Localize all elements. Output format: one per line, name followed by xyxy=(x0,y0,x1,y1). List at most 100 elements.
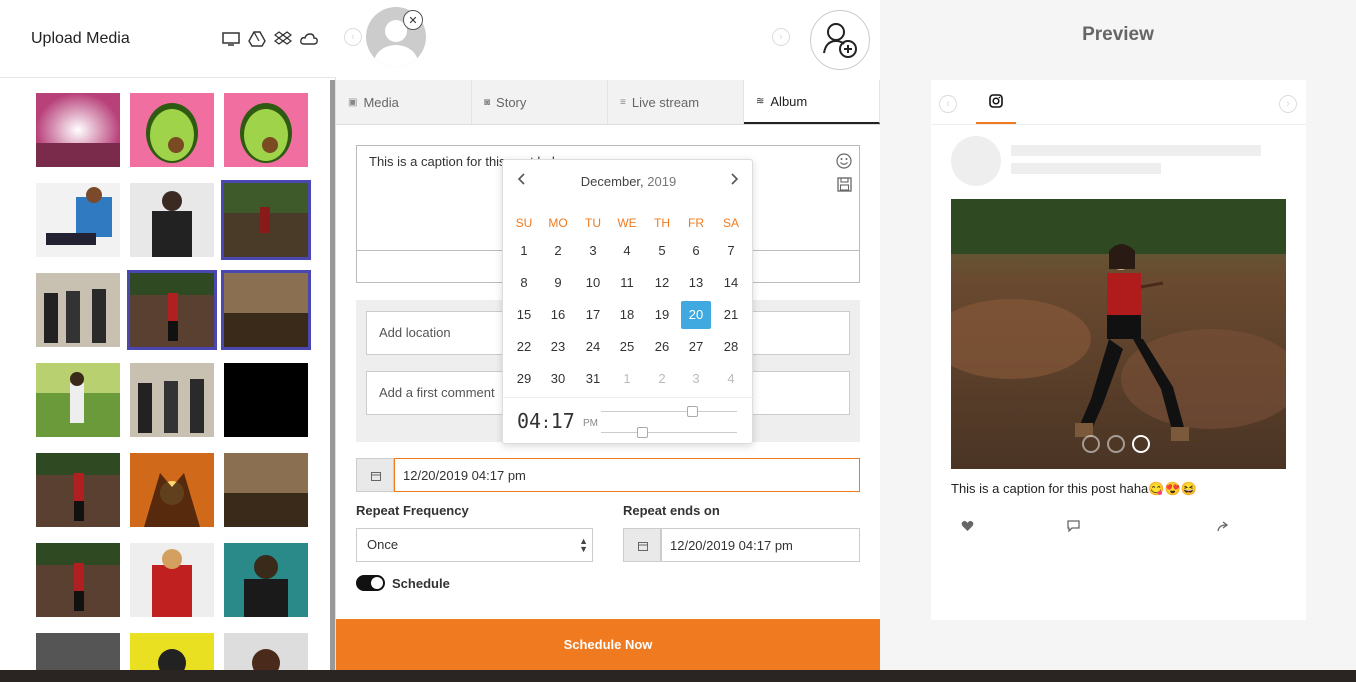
calendar-day-selected[interactable]: 20 xyxy=(681,301,711,329)
share-icon[interactable] xyxy=(1217,520,1230,535)
tab-story[interactable]: ◙ Story xyxy=(472,80,608,124)
calendar-day[interactable]: 22 xyxy=(509,333,539,361)
calendar-day[interactable]: 23 xyxy=(543,333,573,361)
comment-icon[interactable] xyxy=(1067,520,1080,535)
weekday-header: TH xyxy=(654,216,670,230)
calendar-day[interactable]: 5 xyxy=(647,237,677,265)
minute-slider-handle[interactable] xyxy=(637,427,648,438)
calendar-day[interactable]: 2 xyxy=(647,365,677,393)
repeat-ends-input[interactable]: 12/20/2019 04:17 pm xyxy=(661,528,860,562)
calendar-day[interactable]: 16 xyxy=(543,301,573,329)
carousel-dot[interactable] xyxy=(1082,435,1100,453)
media-thumbnail[interactable] xyxy=(130,183,214,257)
calendar-day[interactable]: 18 xyxy=(612,301,642,329)
calendar-day[interactable]: 19 xyxy=(647,301,677,329)
calendar-icon[interactable] xyxy=(623,528,661,562)
media-thumbnail-selected[interactable] xyxy=(221,180,311,260)
calendar-day[interactable]: 29 xyxy=(509,365,539,393)
calendar-day[interactable]: 4 xyxy=(612,237,642,265)
calendar-day[interactable]: 10 xyxy=(578,269,608,297)
calendar-day[interactable]: 17 xyxy=(578,301,608,329)
calendar-day[interactable]: 12 xyxy=(647,269,677,297)
calendar-year[interactable]: 2019 xyxy=(647,174,676,189)
carousel-dot[interactable] xyxy=(1107,435,1125,453)
media-scrollbar[interactable] xyxy=(330,80,335,670)
hour-slider-handle[interactable] xyxy=(687,406,698,417)
media-thumbnail[interactable] xyxy=(36,273,120,347)
calendar-day[interactable]: 1 xyxy=(509,237,539,265)
calendar-day[interactable]: 30 xyxy=(543,365,573,393)
schedule-toggle-label: Schedule xyxy=(392,576,450,591)
tab-album[interactable]: ≋ Album xyxy=(744,80,880,124)
media-thumbnail[interactable] xyxy=(224,93,308,167)
network-prev-button[interactable]: ‹ xyxy=(939,95,957,113)
calendar-day[interactable]: 9 xyxy=(543,269,573,297)
calendar-day[interactable]: 13 xyxy=(681,269,711,297)
calendar-day[interactable]: 21 xyxy=(716,301,746,329)
tab-live-stream[interactable]: ≡ Live stream xyxy=(608,80,744,124)
media-thumbnail[interactable] xyxy=(36,633,120,670)
media-thumbnail[interactable] xyxy=(130,543,214,617)
like-icon[interactable] xyxy=(961,520,974,535)
calendar-day[interactable]: 28 xyxy=(716,333,746,361)
calendar-day[interactable]: 27 xyxy=(681,333,711,361)
media-thumbnail[interactable] xyxy=(224,633,308,670)
calendar-day[interactable]: 11 xyxy=(612,269,642,297)
calendar-icon[interactable] xyxy=(356,458,394,492)
cloud-icon[interactable] xyxy=(300,31,318,47)
media-thumbnail[interactable] xyxy=(36,363,120,437)
add-account-button[interactable] xyxy=(810,10,870,70)
calendar-day[interactable]: 24 xyxy=(578,333,608,361)
media-thumbnail[interactable] xyxy=(130,633,214,670)
calendar-day[interactable]: 7 xyxy=(716,237,746,265)
tab-media[interactable]: ▣ Media xyxy=(336,80,472,124)
calendar-day[interactable]: 1 xyxy=(612,365,642,393)
media-thumbnail-selected[interactable] xyxy=(221,270,311,350)
calendar-day[interactable]: 26 xyxy=(647,333,677,361)
dropbox-icon[interactable] xyxy=(274,31,292,47)
weekday-header: SU xyxy=(515,216,533,230)
media-thumbnail[interactable] xyxy=(36,93,120,167)
calendar-month[interactable]: December, xyxy=(581,174,644,189)
hour-slider[interactable] xyxy=(601,406,737,417)
media-thumbnail[interactable] xyxy=(224,543,308,617)
carousel-dot[interactable] xyxy=(1132,435,1150,453)
media-thumbnail[interactable] xyxy=(36,183,120,257)
google-drive-icon[interactable] xyxy=(248,31,266,47)
calendar-day[interactable]: 6 xyxy=(681,237,711,265)
save-draft-icon[interactable] xyxy=(837,177,852,192)
chevron-right-icon xyxy=(731,173,739,185)
calendar-day[interactable]: 14 xyxy=(716,269,746,297)
network-next-button[interactable]: › xyxy=(1279,95,1297,113)
remove-account-button[interactable]: ✕ xyxy=(403,10,423,30)
media-thumbnail-selected[interactable] xyxy=(127,270,217,350)
account-prev-button[interactable]: ‹ xyxy=(344,28,362,46)
schedule-toggle[interactable] xyxy=(356,575,385,591)
repeat-frequency-select[interactable]: Once ▲ ▼ xyxy=(356,528,593,562)
emoji-icon[interactable] xyxy=(836,153,852,169)
calendar-day[interactable]: 8 xyxy=(509,269,539,297)
schedule-datetime-input[interactable]: 12/20/2019 04:17 pm xyxy=(394,458,860,492)
minute-slider[interactable] xyxy=(601,427,737,438)
tab-instagram[interactable] xyxy=(976,80,1016,124)
calendar-day[interactable]: 3 xyxy=(578,237,608,265)
calendar-day[interactable]: 15 xyxy=(509,301,539,329)
schedule-now-button[interactable]: Schedule Now xyxy=(336,619,880,670)
media-thumbnail[interactable] xyxy=(224,453,308,527)
media-thumbnail[interactable] xyxy=(130,93,214,167)
media-thumbnail[interactable] xyxy=(36,543,120,617)
post-image[interactable] xyxy=(951,199,1286,469)
account-next-button[interactable]: › xyxy=(772,28,790,46)
calendar-day[interactable]: 4 xyxy=(716,365,746,393)
calendar-day[interactable]: 31 xyxy=(578,365,608,393)
media-thumbnail[interactable] xyxy=(130,453,214,527)
desktop-icon[interactable] xyxy=(222,31,240,47)
date-picker: December, 2019 SU MO TU WE TH FR SA 1234… xyxy=(502,159,754,444)
media-thumbnail[interactable] xyxy=(36,453,120,527)
next-month-button[interactable] xyxy=(729,172,739,189)
calendar-day[interactable]: 2 xyxy=(543,237,573,265)
calendar-day[interactable]: 3 xyxy=(681,365,711,393)
media-thumbnail[interactable] xyxy=(130,363,214,437)
media-thumbnail[interactable] xyxy=(224,363,308,437)
calendar-day[interactable]: 25 xyxy=(612,333,642,361)
